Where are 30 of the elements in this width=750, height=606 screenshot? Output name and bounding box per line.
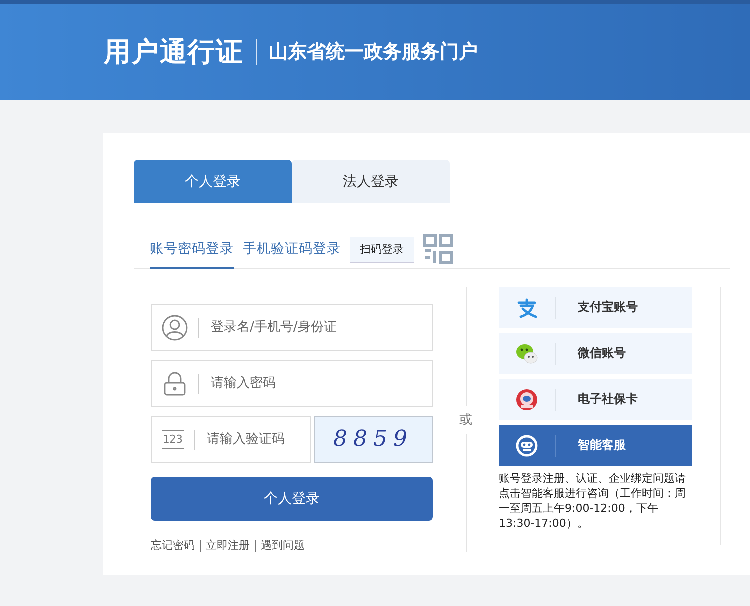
third-party-login-button[interactable]: 微信账号 [499,333,692,374]
captcha-field[interactable]: 123 请输入验证码 [151,416,311,463]
captcha-input[interactable]: 请输入验证码 [206,432,310,447]
third-party-login-button[interactable]: 支付宝账号 [499,287,692,328]
robot-icon [516,434,538,456]
user-icon [162,314,188,340]
username-input[interactable]: 登录名/手机号/身份证 [211,320,432,335]
third-party-login-button[interactable]: 电子社保卡 [499,379,692,420]
login-method-tab[interactable]: 账号密码登录 [150,232,234,268]
third-party-login-button[interactable]: 智能客服 [499,425,692,466]
or-label: 或 [460,412,472,430]
qr-code-icon[interactable] [423,234,454,265]
captcha-image[interactable]: 8859 [314,416,433,463]
password-input[interactable]: 请输入密码 [211,376,432,391]
login-button[interactable]: 个人登录 [151,477,433,521]
username-field[interactable]: 登录名/手机号/身份证 [151,304,433,351]
help-link[interactable]: 忘记密码 [151,540,200,552]
qr-login-button[interactable]: 扫码登录 [350,236,414,262]
service-notice: 账号登录注册、认证、企业绑定问题请点击智能客服进行咨询（工作时间：周一至周五上午9:00-12:00，下午13:30-17:00）。 [499,471,687,531]
help-link[interactable]: 立即注册 [200,540,255,552]
badge-icon [516,388,538,410]
login-tab[interactable]: 法人登录 [292,160,450,203]
chat-bubbles-icon [516,342,538,364]
lock-icon [162,370,188,396]
password-field[interactable]: 请输入密码 [151,360,433,407]
login-method-tab[interactable]: 手机验证码登录 [243,232,341,268]
login-tab[interactable]: 个人登录 [134,160,292,203]
site-subtitle: 山东省统一政务服务门户 [269,40,478,65]
help-link[interactable]: 遇到问题 [255,540,310,552]
site-title: 用户通行证 [104,36,244,70]
